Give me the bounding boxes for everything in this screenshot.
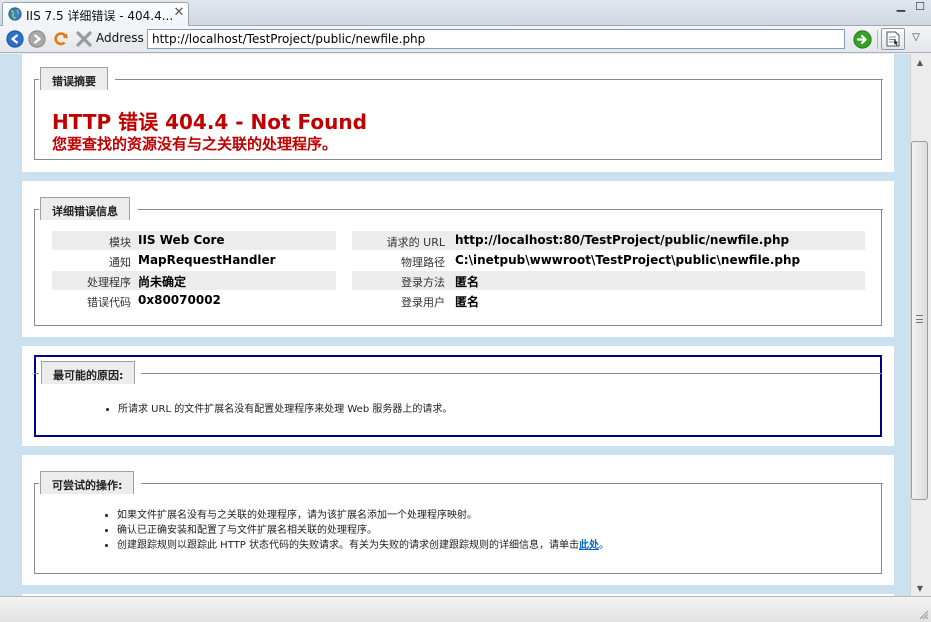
page-content: 错误摘要 HTTP 错误 404.4 - Not Found 您要查找的资源没有…	[0, 54, 910, 596]
maximize-icon[interactable]: ☐	[912, 1, 928, 13]
legend-line-left	[34, 209, 39, 210]
detail-label: 处理程序	[87, 276, 131, 289]
detail-row-physical-path: 物理路径 C:\inetpub\wwwroot\TestProject\publ…	[352, 251, 865, 270]
error-heading: HTTP 错误 404.4 - Not Found	[52, 110, 367, 134]
grip-icon	[916, 315, 923, 323]
detail-value: MapRequestHandler	[138, 253, 276, 267]
detail-value: http://localhost:80/TestProject/public/n…	[455, 233, 790, 247]
stop-icon[interactable]	[75, 30, 93, 48]
address-input[interactable]	[147, 29, 845, 49]
causes-list: 所请求 URL 的文件扩展名没有配置处理程序来处理 Web 服务器上的请求。	[118, 402, 452, 417]
action-item: 创建跟踪规则以跟踪此 HTTP 状态代码的失败请求。有关为失败的请求创建跟踪规则…	[117, 538, 609, 553]
action-text-end: 。	[598, 540, 609, 551]
legend-line-right	[138, 209, 883, 210]
browser-window: IIS 7.5 详细错误 - 404.4... ✕ ▁ ☐ Address ht…	[0, 0, 931, 622]
resize-grip-icon[interactable]	[917, 608, 929, 620]
legend-line-left	[34, 483, 39, 484]
detail-row-error-code: 错误代码 0x80070002	[52, 291, 336, 310]
causes-section: 最可能的原因: 所请求 URL 的文件扩展名没有配置处理程序来处理 Web 服务…	[22, 346, 894, 446]
actions-list: 如果文件扩展名没有与之关联的处理程序，请为该扩展名添加一个处理程序映射。 确认已…	[117, 508, 609, 553]
tab-title: IIS 7.5 详细错误 - 404.4...	[26, 9, 174, 23]
minimize-icon[interactable]: ▁	[893, 0, 909, 13]
tab-strip: IIS 7.5 详细错误 - 404.4... ✕ ▁ ☐	[0, 0, 931, 26]
go-arrow-icon[interactable]	[853, 30, 872, 49]
legend-line-left	[34, 373, 39, 374]
legend-line-right	[141, 483, 883, 484]
detail-label: 请求的 URL	[386, 236, 445, 249]
error-summary-section: 错误摘要 HTTP 错误 404.4 - Not Found 您要查找的资源没有…	[22, 54, 894, 172]
scroll-thumb[interactable]	[911, 141, 928, 500]
back-arrow-icon[interactable]	[6, 30, 24, 48]
detailed-error-section: 详细错误信息 模块 IIS Web Core 通知 MapRequestHand…	[22, 181, 894, 337]
detail-label: 通知	[109, 256, 131, 269]
error-description: 您要查找的资源没有与之关联的处理程序。	[52, 135, 338, 153]
tab-iis-error[interactable]: IIS 7.5 详细错误 - 404.4... ✕	[2, 2, 189, 26]
causes-box: 最可能的原因: 所请求 URL 的文件扩展名没有配置处理程序来处理 Web 服务…	[34, 355, 882, 437]
actions-box: 可尝试的操作: 如果文件扩展名没有与之关联的处理程序，请为该扩展名添加一个处理程…	[34, 471, 883, 574]
legend-line-right	[141, 373, 882, 374]
action-text: 创建跟踪规则以跟踪此 HTTP 状态代码的失败请求。有关为失败的请求创建跟踪规则…	[117, 540, 579, 551]
detail-label: 错误代码	[87, 296, 131, 309]
detail-row-module: 模块 IIS Web Core	[52, 231, 336, 250]
detail-value: 匿名	[455, 275, 480, 289]
detail-label: 模块	[109, 236, 131, 249]
action-item: 如果文件扩展名没有与之关联的处理程序，请为该扩展名添加一个处理程序映射。	[117, 508, 609, 523]
refresh-icon[interactable]	[52, 30, 70, 48]
detailed-error-legend: 详细错误信息	[40, 197, 130, 220]
scroll-up-icon[interactable]: ▲	[914, 58, 926, 68]
scroll-down-icon[interactable]: ▼	[914, 584, 926, 594]
actions-legend: 可尝试的操作:	[40, 471, 135, 494]
detail-value: 0x80070002	[138, 293, 221, 307]
close-icon[interactable]: ✕	[173, 6, 185, 20]
detail-value: IIS Web Core	[138, 233, 225, 247]
detail-row-notification: 通知 MapRequestHandler	[52, 251, 336, 270]
page-menu-button[interactable]	[881, 28, 905, 50]
address-label: Address	[96, 31, 144, 45]
help-link[interactable]: 此处	[579, 540, 599, 551]
cause-item: 所请求 URL 的文件扩展名没有配置处理程序来处理 Web 服务器上的请求。	[118, 402, 452, 417]
detail-row-logon-method: 登录方法 匿名	[352, 271, 865, 290]
detail-row-request-url: 请求的 URL http://localhost:80/TestProject/…	[352, 231, 865, 250]
legend-line-left	[34, 79, 39, 80]
toolbar-separator	[877, 30, 878, 49]
detail-label: 登录用户	[401, 296, 445, 309]
error-summary-legend: 错误摘要	[40, 67, 108, 90]
globe-icon	[8, 7, 22, 21]
chevron-down-icon[interactable]: ▽	[909, 32, 923, 44]
page-menu-icon	[886, 31, 900, 47]
actions-section: 可尝试的操作: 如果文件扩展名没有与之关联的处理程序，请为该扩展名添加一个处理程…	[22, 455, 894, 585]
detailed-error-box: 详细错误信息 模块 IIS Web Core 通知 MapRequestHand…	[34, 197, 883, 326]
legend-line-right	[115, 79, 883, 80]
detail-value: C:\inetpub\wwwroot\TestProject\public\ne…	[455, 253, 801, 267]
status-bar	[0, 596, 931, 622]
action-item: 确认已正确安装和配置了与文件扩展名相关联的处理程序。	[117, 523, 609, 538]
detail-row-handler: 处理程序 尚未确定	[52, 271, 336, 290]
navigation-toolbar: Address ▽	[0, 26, 931, 53]
detail-label: 物理路径	[401, 256, 445, 269]
detail-value: 匿名	[455, 295, 480, 309]
detail-label: 登录方法	[401, 276, 445, 289]
error-summary-box: 错误摘要 HTTP 错误 404.4 - Not Found 您要查找的资源没有…	[34, 67, 883, 160]
detail-row-logon-user: 登录用户 匿名	[352, 291, 865, 310]
forward-arrow-icon[interactable]	[28, 30, 46, 48]
causes-legend: 最可能的原因:	[41, 361, 136, 384]
detail-value: 尚未确定	[138, 275, 187, 289]
